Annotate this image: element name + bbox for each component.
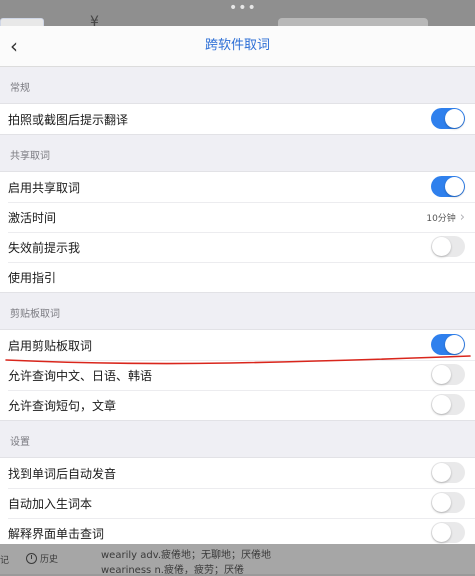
- section-header-settings: 设置: [10, 437, 30, 448]
- toggle-knob: [432, 237, 451, 256]
- toggle-knob: [445, 335, 464, 354]
- sheet-grabber-icon: •••: [229, 0, 257, 16]
- settings-sheet: ‹ 跨软件取词 常规 拍照或截图后提示翻译 共享取词 启用共享取词 激活时间 1…: [0, 26, 475, 574]
- row-enable-share-lookup[interactable]: 启用共享取词: [0, 172, 475, 202]
- group-clipboard-lookup: 启用剪贴板取词 允许查询中文、日语、韩语 允许查询短句，文章: [0, 329, 475, 421]
- row-auto-add-wordbook[interactable]: 自动加入生词本: [0, 488, 475, 518]
- page-title: 跨软件取词: [204, 38, 270, 53]
- group-general: 拍照或截图后提示翻译: [0, 103, 475, 135]
- toggle-knob: [432, 395, 451, 414]
- activation-time-text: 10分钟: [426, 213, 456, 224]
- row-label: 找到单词后自动发音: [8, 466, 117, 481]
- row-allow-cjk-lookup[interactable]: 允许查询中文、日语、韩语: [0, 360, 475, 390]
- notify-before-expiry-toggle[interactable]: [431, 236, 465, 257]
- enable-clipboard-lookup-toggle[interactable]: [431, 334, 465, 355]
- row-label: 失效前提示我: [8, 240, 81, 255]
- auto-add-wordbook-toggle[interactable]: [431, 492, 465, 513]
- history-label: 历史: [40, 555, 59, 565]
- toggle-knob: [432, 365, 451, 384]
- row-label: 拍照或截图后提示翻译: [8, 112, 129, 127]
- enable-share-lookup-toggle[interactable]: [431, 176, 465, 197]
- toggle-knob: [432, 523, 451, 542]
- row-label: 解释界面单击查词: [8, 526, 105, 541]
- row-label: 启用剪贴板取词: [8, 338, 93, 353]
- row-label: 允许查询短句，文章: [8, 398, 117, 413]
- allow-cjk-lookup-toggle[interactable]: [431, 364, 465, 385]
- allow-sentence-lookup-toggle[interactable]: [431, 394, 465, 415]
- row-label: 自动加入生词本: [8, 496, 93, 511]
- row-label: 启用共享取词: [8, 180, 81, 195]
- toggle-knob: [432, 493, 451, 512]
- toggle-knob: [432, 463, 451, 482]
- prompt-translate-toggle[interactable]: [431, 108, 465, 129]
- section-header-general: 常规: [10, 83, 30, 94]
- row-label: 允许查询中文、日语、韩语: [8, 368, 153, 383]
- row-label: 激活时间: [8, 210, 57, 225]
- row-prompt-translate-after-photo[interactable]: 拍照或截图后提示翻译: [0, 104, 475, 134]
- group-settings: 找到单词后自动发音 自动加入生词本 解释界面单击查词: [0, 457, 475, 549]
- auto-pronounce-toggle[interactable]: [431, 462, 465, 483]
- history-button[interactable]: 历史: [26, 552, 58, 565]
- activation-time-value: 10分钟 ›: [426, 202, 465, 232]
- tap-lookup-toggle[interactable]: [431, 522, 465, 543]
- row-allow-sentence-lookup[interactable]: 允许查询短句，文章: [0, 390, 475, 420]
- row-enable-clipboard-lookup[interactable]: 启用剪贴板取词: [0, 330, 475, 360]
- section-header-clipboard-lookup: 剪贴板取词: [10, 309, 60, 320]
- group-share-lookup: 启用共享取词 激活时间 10分钟 › 失效前提示我 使用指引: [0, 171, 475, 293]
- chevron-right-icon: ›: [459, 209, 465, 225]
- row-activation-time[interactable]: 激活时间 10分钟 ›: [0, 202, 475, 232]
- row-notify-before-expiry[interactable]: 失效前提示我: [0, 232, 475, 262]
- row-auto-pronounce[interactable]: 找到单词后自动发音: [0, 458, 475, 488]
- clock-icon: [26, 553, 37, 564]
- section-header-share-lookup: 共享取词: [10, 151, 50, 162]
- toggle-knob: [445, 109, 464, 128]
- bottom-left-text: 记: [0, 556, 10, 566]
- row-usage-guide[interactable]: 使用指引: [0, 262, 475, 292]
- bottom-dictionary-bar: 记 历史 wearily adv.疲倦地；无聊地；厌倦地 weariness n…: [0, 544, 475, 576]
- definition-line: wearily adv.疲倦地；无聊地；厌倦地: [101, 550, 272, 561]
- row-label: 使用指引: [8, 270, 57, 285]
- navigation-bar: ‹ 跨软件取词: [0, 26, 475, 67]
- toggle-knob: [445, 177, 464, 196]
